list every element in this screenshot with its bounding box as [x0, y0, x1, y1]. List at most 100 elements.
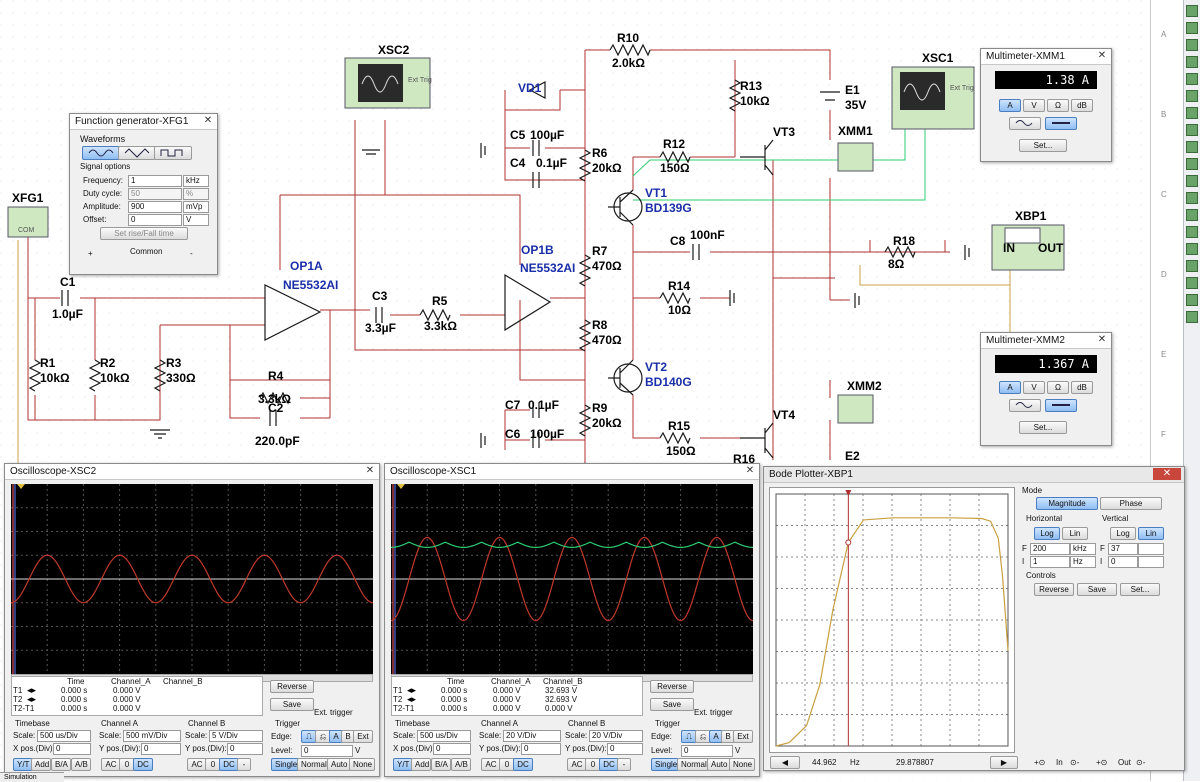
- duty-cycle-field[interactable]: 50: [128, 188, 182, 200]
- close-icon[interactable]: ✕: [364, 465, 376, 477]
- sine-wave-button[interactable]: [82, 146, 120, 160]
- xmm2-dc-button[interactable]: [1045, 399, 1077, 412]
- oscilloscope-tool-icon[interactable]: [1186, 56, 1198, 68]
- xsc2-chb-dc-button[interactable]: DC: [219, 758, 239, 771]
- logic-converter-tool-icon[interactable]: [1186, 158, 1198, 170]
- xsc1-add-button[interactable]: Add: [411, 758, 431, 771]
- xsc1-level-field[interactable]: 0: [681, 745, 733, 757]
- four-channel-scope-tool-icon[interactable]: [1186, 73, 1198, 85]
- bode-h-log-button[interactable]: Log: [1034, 527, 1060, 540]
- function-generator-tool-icon[interactable]: [1186, 22, 1198, 34]
- oscilloscope-xsc2-screen[interactable]: [11, 484, 373, 674]
- bode-v-lin-button[interactable]: Lin: [1138, 527, 1164, 540]
- multimeter-xmm1-titlebar[interactable]: Multimeter-XMM1 ✕: [981, 49, 1111, 65]
- bode-v-initial-unit[interactable]: [1138, 556, 1164, 568]
- xsc2-cha-ypos-field[interactable]: 0: [141, 743, 181, 755]
- bode-v-log-button[interactable]: Log: [1110, 527, 1136, 540]
- word-generator-tool-icon[interactable]: [1186, 124, 1198, 136]
- close-icon[interactable]: ✕: [1096, 50, 1108, 62]
- xsc2-trig-ext-button[interactable]: Ext: [353, 730, 373, 743]
- bode-h-final-unit[interactable]: kHz: [1070, 543, 1096, 555]
- distortion-analyzer-tool-icon[interactable]: [1186, 192, 1198, 204]
- bode-plot-area[interactable]: [769, 487, 1015, 753]
- xsc2-xpos-field[interactable]: 0: [53, 743, 91, 755]
- triangle-wave-button[interactable]: [118, 146, 156, 160]
- xsc1-channel-b-scale-field[interactable]: 20 V/Div: [589, 730, 643, 742]
- xmm1-db-button[interactable]: dB: [1071, 99, 1093, 112]
- oscilloscope-xsc1-titlebar[interactable]: Oscilloscope-XSC1 ✕: [385, 464, 759, 480]
- close-icon[interactable]: ✕: [744, 465, 756, 477]
- bode-phase-button[interactable]: Phase: [1100, 497, 1162, 510]
- bode-h-lin-button[interactable]: Lin: [1062, 527, 1088, 540]
- oscilloscope-xsc1-window[interactable]: Oscilloscope-XSC1 ✕ Time Channel_A Channe…: [384, 463, 760, 777]
- bode-set-button[interactable]: Set...: [1120, 583, 1160, 596]
- close-icon[interactable]: ✕: [1153, 468, 1181, 480]
- xsc1-chb-ac-button[interactable]: AC: [567, 758, 587, 771]
- frequency-field[interactable]: 1: [128, 175, 182, 187]
- xsc2-cha-dc-button[interactable]: DC: [133, 758, 153, 771]
- bode-plotter-tool-icon[interactable]: [1186, 90, 1198, 102]
- xsc2-single-button[interactable]: Single: [271, 758, 299, 771]
- xsc1-yt-button[interactable]: Y/T: [393, 758, 413, 771]
- amplitude-unit[interactable]: mVp: [183, 201, 209, 213]
- xmm2-ammeter-button[interactable]: A: [999, 381, 1021, 394]
- wattmeter-tool-icon[interactable]: [1186, 39, 1198, 51]
- xsc1-none-button[interactable]: None: [729, 758, 755, 771]
- xsc1-channel-a-scale-field[interactable]: 20 V/Div: [503, 730, 561, 742]
- offset-unit[interactable]: V: [183, 214, 209, 226]
- bode-save-button[interactable]: Save: [1077, 583, 1117, 596]
- xmm2-ac-button[interactable]: [1009, 399, 1041, 412]
- square-wave-button[interactable]: [154, 146, 192, 160]
- function-generator-titlebar[interactable]: Function generator-XFG1 ✕: [70, 114, 217, 130]
- xsc1-single-button[interactable]: Single: [651, 758, 679, 771]
- bode-plotter-titlebar[interactable]: Bode Plotter-XBP1 ✕: [764, 467, 1184, 483]
- function-generator-window[interactable]: Function generator-XFG1 ✕ Waveforms Signa…: [69, 113, 218, 275]
- xsc2-auto-button[interactable]: Auto: [327, 758, 351, 771]
- xsc1-save-button[interactable]: Save: [650, 698, 694, 711]
- bode-h-final-field[interactable]: 200: [1030, 543, 1070, 555]
- xsc1-normal-button[interactable]: Normal: [677, 758, 709, 771]
- bode-cursor-left-button[interactable]: ◀: [770, 756, 800, 769]
- xsc1-cha-ypos-field[interactable]: 0: [521, 743, 561, 755]
- oscilloscope-xsc2-titlebar[interactable]: Oscilloscope-XSC2 ✕: [5, 464, 379, 480]
- xsc2-channel-a-scale-field[interactable]: 500 mV/Div: [123, 730, 181, 742]
- duty-cycle-unit[interactable]: %: [183, 188, 209, 200]
- spectrum-analyzer-tool-icon[interactable]: [1186, 209, 1198, 221]
- bode-reverse-button[interactable]: Reverse: [1034, 583, 1074, 596]
- set-rise-fall-button[interactable]: Set rise/Fall time: [100, 227, 188, 240]
- agilent-generator-tool-icon[interactable]: [1186, 243, 1198, 255]
- xsc2-add-button[interactable]: Add: [31, 758, 51, 771]
- logic-analyzer-tool-icon[interactable]: [1186, 141, 1198, 153]
- multimeter-xmm1-window[interactable]: Multimeter-XMM1 ✕ 1.38 A A V Ω dB Set...: [980, 48, 1112, 162]
- xsc2-chb-invert-button[interactable]: -: [237, 758, 251, 771]
- agilent-multimeter-tool-icon[interactable]: [1186, 260, 1198, 272]
- xsc1-trig-ext-button[interactable]: Ext: [733, 730, 753, 743]
- bode-magnitude-button[interactable]: Magnitude: [1036, 497, 1098, 510]
- xmm1-ac-button[interactable]: [1009, 117, 1041, 130]
- xmm1-voltmeter-button[interactable]: V: [1023, 99, 1045, 112]
- frequency-unit[interactable]: kHz: [183, 175, 209, 187]
- close-icon[interactable]: ✕: [202, 115, 214, 127]
- xsc1-xpos-field[interactable]: 0: [433, 743, 471, 755]
- xsc2-level-field[interactable]: 0: [301, 745, 353, 757]
- xsc1-reverse-button[interactable]: Reverse: [650, 680, 694, 693]
- xsc1-cha-dc-button[interactable]: DC: [513, 758, 533, 771]
- agilent-scope-tool-icon[interactable]: [1186, 277, 1198, 289]
- frequency-counter-tool-icon[interactable]: [1186, 107, 1198, 119]
- xsc2-ab-button[interactable]: A/B: [71, 758, 91, 771]
- bode-h-initial-unit[interactable]: Hz: [1070, 556, 1096, 568]
- offset-field[interactable]: 0: [128, 214, 182, 226]
- xsc1-chb-invert-button[interactable]: -: [617, 758, 631, 771]
- xmm1-dc-button[interactable]: [1045, 117, 1077, 130]
- xsc2-save-button[interactable]: Save: [270, 698, 314, 711]
- tektronix-scope-tool-icon[interactable]: [1186, 294, 1198, 306]
- bode-v-final-unit[interactable]: [1138, 543, 1164, 555]
- xsc2-ba-button[interactable]: B/A: [51, 758, 71, 771]
- close-icon[interactable]: ✕: [1096, 334, 1108, 346]
- bode-plotter-window[interactable]: Bode Plotter-XBP1 ✕ ◀ 44.962 Hz 29.878807…: [763, 466, 1185, 771]
- xsc2-chb-ypos-field[interactable]: 0: [227, 743, 263, 755]
- network-analyzer-tool-icon[interactable]: [1186, 226, 1198, 238]
- xsc2-none-button[interactable]: None: [349, 758, 375, 771]
- xsc1-ab-button[interactable]: A/B: [451, 758, 471, 771]
- xmm2-db-button[interactable]: dB: [1071, 381, 1093, 394]
